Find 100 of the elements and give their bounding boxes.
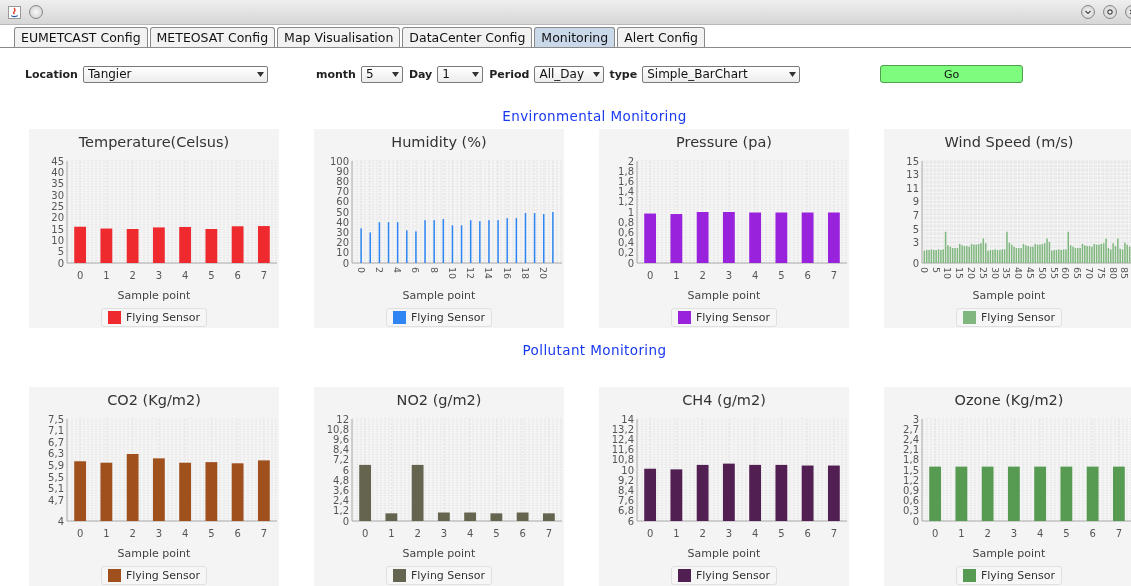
maximize-button[interactable] xyxy=(1103,5,1117,19)
bar xyxy=(469,220,472,263)
y-tick-label: 40 xyxy=(336,216,349,228)
x-tick-label: 6 xyxy=(1089,528,1096,539)
minimize-button[interactable] xyxy=(1081,5,1095,19)
x-tick-label: 8 xyxy=(428,267,440,274)
bar xyxy=(205,229,218,263)
x-tick-label: 0 xyxy=(646,270,654,281)
y-tick-label: 5,1 xyxy=(48,483,64,495)
y-tick-label: 6,3 xyxy=(48,448,64,460)
y-tick-label: 0,6 xyxy=(618,226,634,238)
x-tick-label: 0 xyxy=(918,267,930,274)
go-button[interactable]: Go xyxy=(880,65,1024,83)
y-tick-label: 5,5 xyxy=(48,471,64,483)
x-tick-label: 4 xyxy=(392,267,404,274)
bar xyxy=(696,212,709,263)
window-menu-button[interactable] xyxy=(29,5,43,19)
y-tick-label: 0 xyxy=(57,257,64,269)
x-tick-label: 20 xyxy=(538,267,550,280)
chart-title: Wind Speed (m/s) xyxy=(944,134,1074,152)
dropdown[interactable]: 5 xyxy=(360,65,403,83)
y-tick-label: 5 xyxy=(912,223,919,235)
x-tick-label: 0 xyxy=(646,528,654,539)
y-tick-label: 2,7 xyxy=(903,423,919,435)
x-tick-label: 0 xyxy=(76,270,84,281)
y-tick-label: 60 xyxy=(336,196,349,208)
dropdown[interactable]: Simple_BarChart xyxy=(642,65,801,83)
y-tick-label: 6 xyxy=(342,464,349,476)
x-tick-label: 4 xyxy=(181,528,189,539)
bar xyxy=(152,227,165,263)
tab[interactable]: METEOSAT Config xyxy=(149,27,276,47)
legend-label: Flying Sensor xyxy=(410,569,486,582)
tab[interactable]: Monitoring xyxy=(534,27,616,47)
chart-title: Humidity (%) xyxy=(391,134,487,152)
x-tick-label: 75 xyxy=(1095,267,1107,280)
bar xyxy=(1112,466,1125,521)
bar xyxy=(385,513,398,521)
x-tick-label: 5 xyxy=(208,270,215,281)
filter-label: Period xyxy=(489,67,530,81)
y-tick-label: 1,2 xyxy=(903,474,919,486)
y-tick-label: 25 xyxy=(51,200,64,212)
y-tick-label: 11 xyxy=(906,182,919,194)
chart-title: CO2 (Kg/m2) xyxy=(107,392,201,410)
y-tick-label: 30 xyxy=(336,226,349,238)
y-tick-label: 12 xyxy=(336,413,349,425)
y-tick-label: 10,8 xyxy=(611,454,634,466)
bar xyxy=(1086,466,1099,521)
app-icon xyxy=(8,5,21,19)
x-tick-label: 5 xyxy=(778,270,785,281)
y-tick-label: 0 xyxy=(342,257,349,269)
y-tick-label: 0 xyxy=(912,515,919,527)
bar xyxy=(1060,466,1073,521)
dropdown[interactable]: 1 xyxy=(437,65,484,83)
x-tick-label: 6 xyxy=(410,267,422,274)
x-tick-label: 7 xyxy=(830,270,838,281)
y-tick-label: 10,8 xyxy=(326,423,349,435)
y-tick-label: 9 xyxy=(912,196,919,208)
caret-icon xyxy=(789,71,797,77)
bar xyxy=(100,228,113,263)
bar xyxy=(955,466,968,521)
x-tick-label: 85 xyxy=(1119,267,1131,280)
y-tick-label: 20 xyxy=(51,212,64,224)
bar xyxy=(670,214,683,263)
legend-label: Flying Sensor xyxy=(125,311,201,324)
dropdown[interactable]: All_Day xyxy=(534,65,605,83)
y-tick-label: 4 xyxy=(57,515,64,527)
y-tick-label: 100 xyxy=(329,155,349,167)
axis-title: Sample point xyxy=(117,289,191,302)
y-tick-label: 3,6 xyxy=(333,484,349,496)
bar xyxy=(827,212,840,263)
bar xyxy=(387,222,390,263)
x-tick-label: 1 xyxy=(103,528,110,539)
bar xyxy=(533,213,536,263)
axis-title: Sample point xyxy=(402,289,476,302)
tab[interactable]: DataCenter Config xyxy=(402,27,533,47)
dropdown[interactable]: Tangier xyxy=(82,65,268,83)
tab[interactable]: EUMETCAST Config xyxy=(14,27,148,47)
y-tick-label: 7,2 xyxy=(333,454,349,466)
y-tick-label: 0,2 xyxy=(618,247,634,259)
x-tick-label: 0 xyxy=(76,528,84,539)
x-tick-label: 5 xyxy=(208,528,215,539)
x-tick-label: 0 xyxy=(361,528,369,539)
bar xyxy=(205,462,218,521)
tab[interactable]: Alert Config xyxy=(617,27,706,47)
y-tick-label: 13,2 xyxy=(611,423,634,435)
x-tick-label: 7 xyxy=(1115,528,1123,539)
x-tick-label: 2 xyxy=(129,528,136,539)
axis-title: Sample point xyxy=(972,547,1046,560)
bar xyxy=(464,512,477,521)
y-tick-label: 12,4 xyxy=(611,433,634,445)
y-tick-label: 0,8 xyxy=(618,216,634,228)
y-tick-label: 0,3 xyxy=(903,505,919,517)
y-tick-label: 1,5 xyxy=(903,464,919,476)
y-tick-label: 15 xyxy=(51,223,64,235)
x-tick-label: 30 xyxy=(989,267,1001,280)
legend-label: Flying Sensor xyxy=(980,311,1056,324)
tab[interactable]: Map Visualisation xyxy=(277,27,401,47)
x-tick-label: 40 xyxy=(1013,267,1025,280)
ring-icon xyxy=(1106,8,1114,16)
x-tick-label: 3 xyxy=(725,270,733,281)
